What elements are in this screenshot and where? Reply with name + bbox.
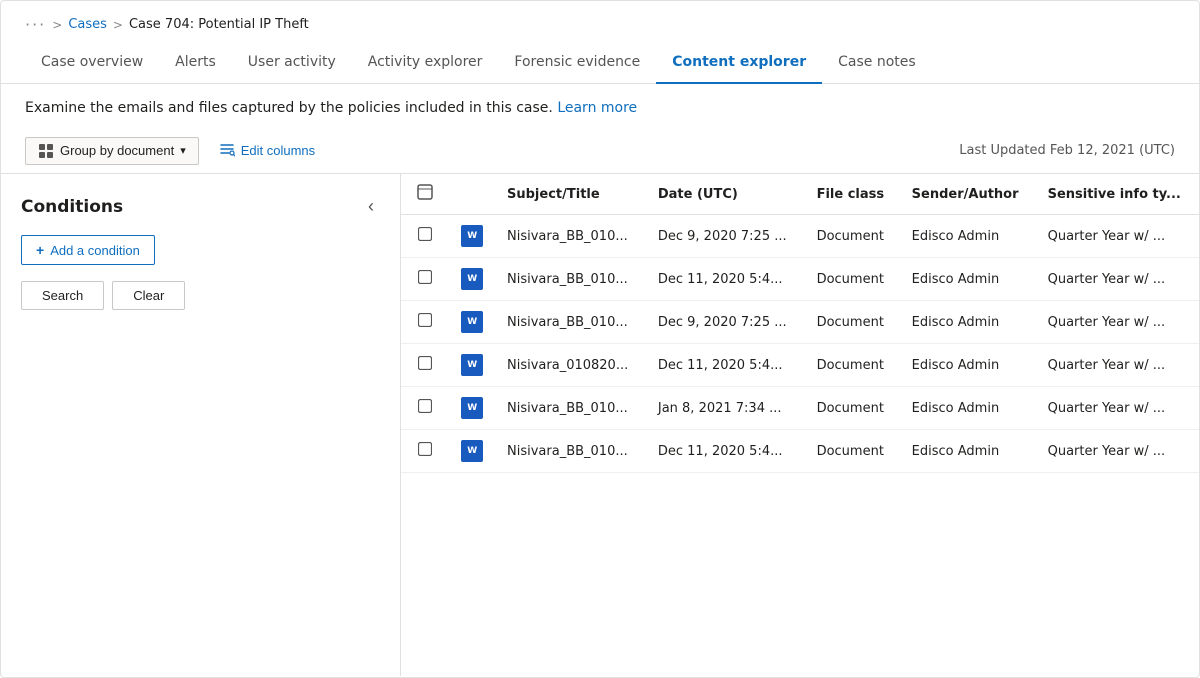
table-header: Subject/Title Date (UTC) File class Send…	[401, 174, 1199, 215]
tab-content-explorer[interactable]: Content explorer	[656, 44, 822, 84]
row-subject: Nisivara_BB_010...	[495, 215, 646, 258]
row-checkbox[interactable]	[401, 215, 449, 258]
clear-button[interactable]: Clear	[112, 281, 185, 310]
toolbar: Group by document ▾ Edit columns Last Up…	[1, 128, 1199, 173]
nav-tabs: Case overview Alerts User activity Activ…	[1, 44, 1199, 84]
row-subject: Nisivara_BB_010...	[495, 430, 646, 473]
add-condition-button[interactable]: + Add a condition	[21, 235, 155, 265]
row-subject: Nisivara_BB_010...	[495, 387, 646, 430]
row-date: Dec 11, 2020 5:4...	[646, 258, 805, 301]
tab-forensic-evidence[interactable]: Forensic evidence	[498, 44, 656, 84]
edit-columns-icon	[219, 141, 235, 160]
row-file-class: Document	[805, 430, 900, 473]
row-sensitive: Quarter Year w/ ...	[1036, 344, 1199, 387]
description: Examine the emails and files captured by…	[1, 84, 1199, 128]
group-by-button[interactable]: Group by document ▾	[25, 137, 199, 165]
row-date: Jan 8, 2021 7:34 ...	[646, 387, 805, 430]
row-sensitive: Quarter Year w/ ...	[1036, 215, 1199, 258]
row-sender: Edisco Admin	[900, 344, 1036, 387]
row-subject: Nisivara_BB_010...	[495, 258, 646, 301]
content-table: Subject/Title Date (UTC) File class Send…	[401, 174, 1199, 473]
row-file-class: Document	[805, 215, 900, 258]
row-sender: Edisco Admin	[900, 387, 1036, 430]
col-header-sensitive[interactable]: Sensitive info ty...	[1036, 174, 1199, 215]
breadcrumb: ··· > Cases > Case 704: Potential IP The…	[1, 1, 1199, 44]
row-subject: Nisivara_010820...	[495, 344, 646, 387]
row-date: Dec 9, 2020 7:25 ...	[646, 301, 805, 344]
table-row[interactable]: W Nisivara_BB_010... Jan 8, 2021 7:34 ..…	[401, 387, 1199, 430]
row-date: Dec 11, 2020 5:4...	[646, 344, 805, 387]
edit-columns-button[interactable]: Edit columns	[211, 136, 323, 165]
col-header-subject[interactable]: Subject/Title	[495, 174, 646, 215]
row-file-class: Document	[805, 301, 900, 344]
table-row[interactable]: W Nisivara_BB_010... Dec 9, 2020 7:25 ..…	[401, 301, 1199, 344]
chevron-down-icon: ▾	[180, 144, 186, 157]
row-sender: Edisco Admin	[900, 430, 1036, 473]
tab-case-notes[interactable]: Case notes	[822, 44, 932, 84]
row-sensitive: Quarter Year w/ ...	[1036, 430, 1199, 473]
learn-more-link[interactable]: Learn more	[557, 100, 637, 116]
row-file-icon: W	[449, 430, 495, 473]
col-header-date[interactable]: Date (UTC)	[646, 174, 805, 215]
last-updated-text: Last Updated Feb 12, 2021 (UTC)	[959, 143, 1175, 158]
conditions-actions: Search Clear	[21, 281, 380, 310]
col-header-filetype	[449, 174, 495, 215]
search-button[interactable]: Search	[21, 281, 104, 310]
row-sensitive: Quarter Year w/ ...	[1036, 301, 1199, 344]
row-file-icon: W	[449, 301, 495, 344]
breadcrumb-sep2: >	[113, 18, 123, 32]
row-sender: Edisco Admin	[900, 301, 1036, 344]
row-checkbox[interactable]	[401, 387, 449, 430]
collapse-conditions-button[interactable]: ‹	[362, 194, 380, 219]
edit-columns-label: Edit columns	[241, 143, 315, 158]
row-sender: Edisco Admin	[900, 215, 1036, 258]
row-file-icon: W	[449, 344, 495, 387]
breadcrumb-dots[interactable]: ···	[25, 15, 46, 34]
table-row[interactable]: W Nisivara_BB_010... Dec 9, 2020 7:25 ..…	[401, 215, 1199, 258]
table-row[interactable]: W Nisivara_BB_010... Dec 11, 2020 5:4...…	[401, 258, 1199, 301]
table-body: W Nisivara_BB_010... Dec 9, 2020 7:25 ..…	[401, 215, 1199, 473]
row-file-class: Document	[805, 344, 900, 387]
row-sensitive: Quarter Year w/ ...	[1036, 258, 1199, 301]
group-by-label: Group by document	[60, 143, 174, 158]
col-header-fileclass[interactable]: File class	[805, 174, 900, 215]
row-sensitive: Quarter Year w/ ...	[1036, 387, 1199, 430]
row-file-class: Document	[805, 387, 900, 430]
conditions-header: Conditions ‹	[21, 194, 380, 219]
breadcrumb-sep1: >	[52, 18, 62, 32]
row-file-class: Document	[805, 258, 900, 301]
main-content: Conditions ‹ + Add a condition Search Cl…	[1, 173, 1199, 676]
tab-alerts[interactable]: Alerts	[159, 44, 232, 84]
row-file-icon: W	[449, 215, 495, 258]
conditions-panel: Conditions ‹ + Add a condition Search Cl…	[1, 174, 401, 676]
row-date: Dec 11, 2020 5:4...	[646, 430, 805, 473]
toolbar-left: Group by document ▾ Edit columns	[25, 136, 323, 165]
conditions-title: Conditions	[21, 197, 123, 217]
row-file-icon: W	[449, 258, 495, 301]
table-row[interactable]: W Nisivara_010820... Dec 11, 2020 5:4...…	[401, 344, 1199, 387]
col-header-sender[interactable]: Sender/Author	[900, 174, 1036, 215]
row-checkbox[interactable]	[401, 430, 449, 473]
row-subject: Nisivara_BB_010...	[495, 301, 646, 344]
breadcrumb-current: Case 704: Potential IP Theft	[129, 17, 309, 32]
plus-icon: +	[36, 242, 44, 258]
tab-user-activity[interactable]: User activity	[232, 44, 352, 84]
row-date: Dec 9, 2020 7:25 ...	[646, 215, 805, 258]
tab-activity-explorer[interactable]: Activity explorer	[352, 44, 499, 84]
breadcrumb-cases[interactable]: Cases	[68, 17, 107, 32]
add-condition-label: Add a condition	[50, 243, 140, 258]
row-checkbox[interactable]	[401, 301, 449, 344]
data-panel: Subject/Title Date (UTC) File class Send…	[401, 174, 1199, 676]
row-checkbox[interactable]	[401, 344, 449, 387]
col-header-checkbox	[401, 174, 449, 215]
description-text: Examine the emails and files captured by…	[25, 100, 553, 116]
group-by-icon	[38, 143, 54, 159]
tab-case-overview[interactable]: Case overview	[25, 44, 159, 84]
table-row[interactable]: W Nisivara_BB_010... Dec 11, 2020 5:4...…	[401, 430, 1199, 473]
row-checkbox[interactable]	[401, 258, 449, 301]
row-sender: Edisco Admin	[900, 258, 1036, 301]
row-file-icon: W	[449, 387, 495, 430]
